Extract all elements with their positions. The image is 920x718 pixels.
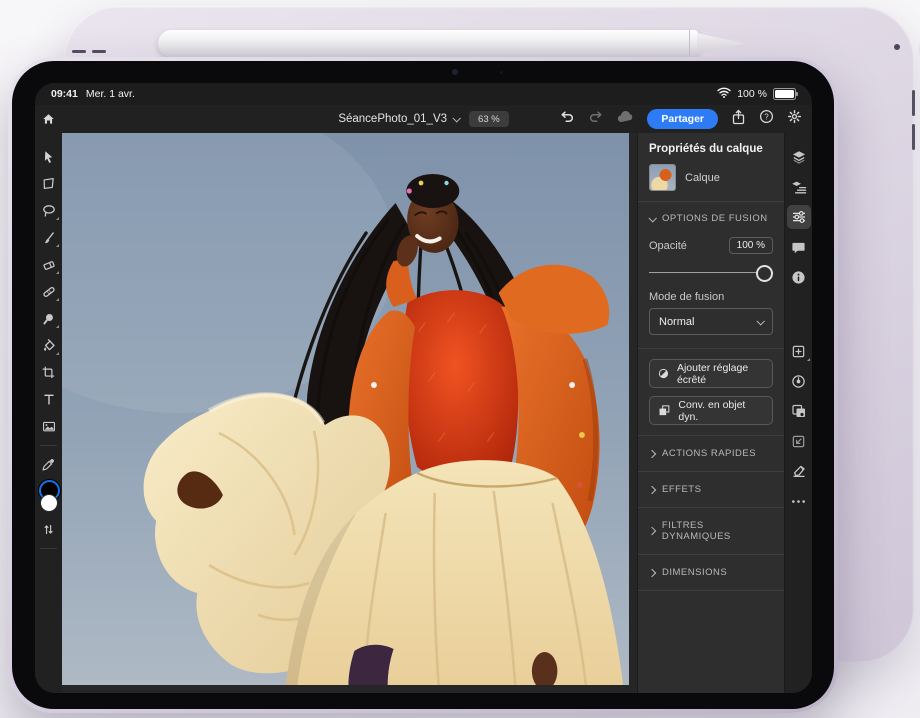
app-body: Propriétés du calque Calque OPTIONS DE F…: [35, 133, 812, 693]
opacity-slider[interactable]: [649, 265, 773, 279]
color-swatches[interactable]: [37, 480, 61, 512]
layer-row[interactable]: Calque: [638, 161, 784, 201]
brush-tool[interactable]: [37, 224, 61, 251]
battery-percent: 100 %: [737, 88, 767, 100]
marketing-scene: 09:41 Mer. 1 avr. 100 %: [0, 0, 920, 718]
volume-button: [92, 50, 106, 53]
section-actions-rapides[interactable]: ACTIONS RAPIDES: [638, 436, 784, 471]
wifi-icon: [717, 87, 731, 101]
slider-knob[interactable]: [756, 265, 773, 282]
layer-properties-panel: Propriétés du calque Calque OPTIONS DE F…: [637, 133, 784, 693]
chevron-down-icon: [452, 114, 460, 122]
cloud-sync-icon[interactable]: [617, 110, 634, 128]
opacity-value[interactable]: 100 %: [729, 237, 773, 254]
section-filtres-dynamiques[interactable]: FILTRES DYNAMIQUES: [638, 508, 784, 554]
toolbar-divider: [40, 445, 57, 446]
chevron-right-icon: [648, 527, 656, 535]
section-dimensions[interactable]: DIMENSIONS: [638, 555, 784, 590]
eyedropper-tool[interactable]: [37, 451, 61, 478]
photo-canvas[interactable]: [62, 133, 629, 685]
canvas-area: [62, 133, 637, 693]
section-effets[interactable]: EFFETS: [638, 472, 784, 507]
right-rail: [784, 133, 812, 693]
transform-tool[interactable]: [37, 170, 61, 197]
side-button: [912, 124, 915, 150]
settings-gear-icon[interactable]: [787, 109, 802, 129]
fill-tool[interactable]: [37, 332, 61, 359]
app-screen: 09:41 Mer. 1 avr. 100 %: [35, 83, 812, 693]
background-color-chip[interactable]: [40, 494, 58, 512]
contrast-icon: [658, 367, 669, 380]
share-button[interactable]: Partager: [647, 109, 718, 129]
panel-divider: [638, 590, 784, 591]
rear-mic-dot: [894, 44, 900, 50]
clone-stamp-tool[interactable]: [37, 305, 61, 332]
add-layer-icon[interactable]: [787, 339, 811, 363]
preview-layers-icon[interactable]: [787, 399, 811, 423]
chevron-down-icon: [648, 214, 656, 222]
add-clipped-adjustment-button[interactable]: Ajouter réglage écrêté: [649, 359, 773, 388]
healing-brush-tool[interactable]: [37, 278, 61, 305]
type-tool[interactable]: [37, 386, 61, 413]
top-bar: SéancePhoto_01_V3 63 % Partager: [35, 105, 812, 133]
export-share-icon[interactable]: [731, 109, 746, 130]
opacity-row: Opacité 100 %: [638, 235, 784, 254]
status-time: 09:41: [51, 88, 78, 100]
status-bar: 09:41 Mer. 1 avr. 100 %: [35, 83, 812, 105]
layer-properties-icon[interactable]: [787, 175, 811, 199]
blend-options-header[interactable]: OPTIONS DE FUSION: [638, 202, 784, 235]
opacity-label: Opacité: [649, 240, 687, 252]
export-icon[interactable]: [787, 429, 811, 453]
visibility-icon[interactable]: [787, 369, 811, 393]
volume-button: [72, 50, 86, 53]
apple-pencil: [158, 30, 698, 57]
place-photo-tool[interactable]: [37, 413, 61, 440]
chevron-down-icon: [756, 317, 764, 325]
svg-text:?: ?: [764, 112, 769, 121]
zoom-level-badge[interactable]: 63 %: [469, 111, 509, 127]
tool-bar: [35, 133, 62, 693]
front-sensor: [500, 71, 503, 74]
layers-icon[interactable]: [787, 145, 811, 169]
help-icon[interactable]: ?: [759, 109, 774, 129]
eraser-tool[interactable]: [37, 251, 61, 278]
more-icon[interactable]: [787, 489, 811, 513]
toolbar-divider: [40, 548, 57, 549]
document-title-menu[interactable]: SéancePhoto_01_V3: [338, 113, 459, 125]
chevron-right-icon: [648, 485, 656, 493]
lasso-select-tool[interactable]: [37, 197, 61, 224]
crop-tool[interactable]: [37, 359, 61, 386]
layer-thumbnail: [649, 164, 676, 191]
chevron-right-icon: [648, 568, 656, 576]
convert-smart-object-button[interactable]: Conv. en objet dyn.: [649, 396, 773, 425]
panel-title: Propriétés du calque: [638, 133, 784, 161]
info-icon[interactable]: [787, 265, 811, 289]
smart-object-icon: [658, 404, 670, 417]
slider-track: [649, 272, 773, 274]
status-date: Mer. 1 avr.: [86, 88, 135, 100]
tool-options[interactable]: [37, 516, 61, 543]
battery-icon: [773, 88, 796, 100]
comments-icon[interactable]: [787, 235, 811, 259]
home-icon[interactable]: [35, 112, 62, 126]
chevron-right-icon: [648, 449, 656, 457]
undo-icon[interactable]: [559, 110, 575, 129]
adjustments-icon[interactable]: [787, 205, 811, 229]
cleanup-icon[interactable]: [787, 459, 811, 483]
redo-icon[interactable]: [588, 110, 604, 129]
move-tool[interactable]: [37, 143, 61, 170]
layer-name: Calque: [685, 172, 720, 184]
blend-mode-select[interactable]: Normal: [649, 308, 773, 335]
front-camera: [452, 69, 458, 75]
ipad-front-device: 09:41 Mer. 1 avr. 100 %: [8, 57, 838, 713]
blend-mode-label: Mode de fusion: [638, 283, 784, 308]
side-button: [912, 90, 915, 116]
